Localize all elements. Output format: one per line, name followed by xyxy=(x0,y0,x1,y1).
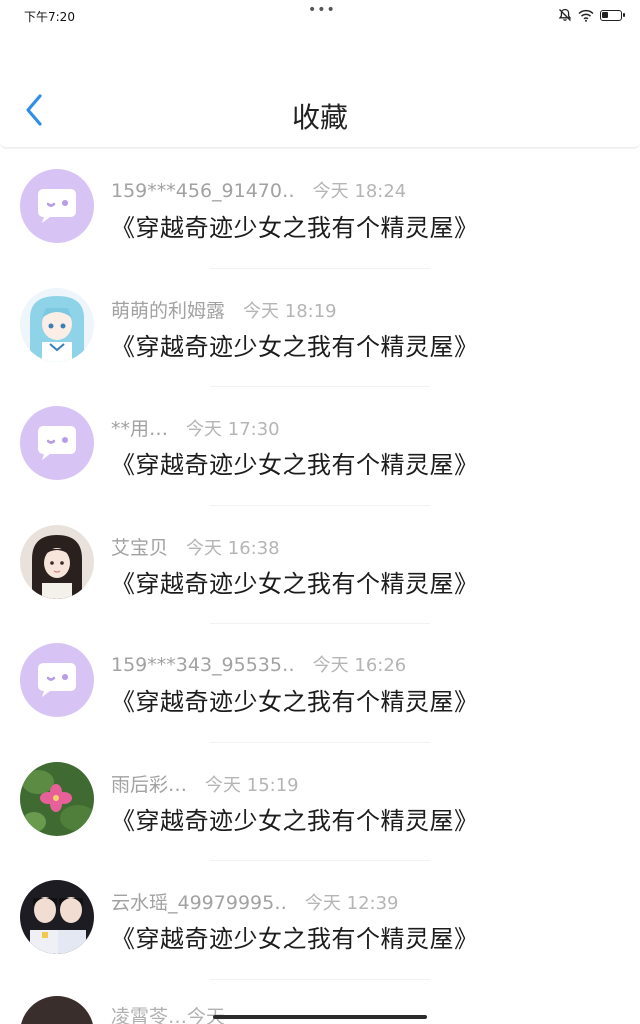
list-item[interactable]: 159***456_91470‥ 今天 18:24 《穿越奇迹少女之我有个精灵屋… xyxy=(0,150,640,269)
list-item[interactable]: 云水瑶_49979995‥ 今天 12:39 《穿越奇迹少女之我有个精灵屋》 xyxy=(0,861,640,980)
user-name[interactable]: 雨后彩… xyxy=(111,770,187,797)
book-title[interactable]: 《穿越奇迹少女之我有个精灵屋》 xyxy=(111,445,479,480)
home-indicator[interactable] xyxy=(213,1015,427,1019)
divider xyxy=(210,978,430,980)
timestamp: 今天 12:39 xyxy=(304,893,399,914)
book-title[interactable]: 《穿越奇迹少女之我有个精灵屋》 xyxy=(111,327,479,362)
book-title[interactable]: 《穿越奇迹少女之我有个精灵屋》 xyxy=(111,564,479,599)
list-item[interactable]: 159***343_95535‥ 今天 16:26 《穿越奇迹少女之我有个精灵屋… xyxy=(0,624,640,743)
user-name[interactable]: **用… xyxy=(111,414,168,441)
item-meta: 萌萌的利姆露 今天 18:19 xyxy=(111,296,337,323)
status-time: 下午7:20 xyxy=(24,10,75,24)
timestamp: 今天 18:24 xyxy=(312,181,407,202)
anime-girl-avatar[interactable] xyxy=(20,287,94,362)
default-chat-avatar[interactable] xyxy=(20,169,94,243)
default-chat-avatar[interactable] xyxy=(20,406,94,480)
user-name[interactable]: 萌萌的利姆露 xyxy=(111,296,225,323)
user-name[interactable]: 云水瑶_49979995‥ xyxy=(111,888,287,915)
partial-avatar[interactable] xyxy=(20,996,94,1024)
page-title: 收藏 xyxy=(291,101,348,134)
item-meta: 雨后彩… 今天 15:19 xyxy=(111,770,299,797)
list-item[interactable]: 雨后彩… 今天 15:19 《穿越奇迹少女之我有个精灵屋》 xyxy=(0,743,640,861)
timestamp: 今天 15:19 xyxy=(205,774,299,796)
item-meta: 159***343_95535‥ 今天 16:26 xyxy=(111,651,406,677)
item-meta: 159***456_91470‥ 今天 18:24 xyxy=(111,177,406,203)
more-dots-icon[interactable]: ••• xyxy=(308,2,336,18)
girl-photo-avatar[interactable] xyxy=(20,524,94,599)
default-chat-avatar[interactable] xyxy=(20,643,94,717)
user-name[interactable]: 159***456_91470‥ xyxy=(111,180,295,202)
status-bar: 下午7:20 ••• xyxy=(0,0,640,32)
timestamp: 今天 17:30 xyxy=(186,419,280,440)
book-title[interactable]: 《穿越奇迹少女之我有个精灵屋》 xyxy=(111,682,479,717)
flower-photo-avatar[interactable] xyxy=(20,761,94,836)
item-meta: 艾宝贝 今天 16:38 xyxy=(111,533,280,560)
user-name[interactable]: 凌霄苓…今天 xyxy=(111,1002,225,1024)
list-item[interactable]: **用… 今天 17:30 《穿越奇迹少女之我有个精灵屋》 xyxy=(0,387,640,506)
favorites-list: 159***456_91470‥ 今天 18:24 《穿越奇迹少女之我有个精灵屋… xyxy=(0,150,640,980)
battery-level xyxy=(602,11,608,18)
item-meta: **用… 今天 17:30 xyxy=(111,414,280,441)
timestamp: 今天 16:26 xyxy=(312,655,407,676)
list-item[interactable]: 艾宝贝 今天 16:38 《穿越奇迹少女之我有个精灵屋》 xyxy=(0,506,640,624)
page-header: 收藏 xyxy=(0,32,640,148)
partial-list-item[interactable]: 凌霄苓…今天 xyxy=(0,996,640,1024)
book-title[interactable]: 《穿越奇迹少女之我有个精灵屋》 xyxy=(111,208,479,243)
timestamp: 今天 16:38 xyxy=(186,537,280,559)
two-people-photo-avatar[interactable] xyxy=(20,880,94,954)
timestamp: 今天 18:19 xyxy=(243,300,337,322)
book-title[interactable]: 《穿越奇迹少女之我有个精灵屋》 xyxy=(111,801,479,836)
battery-icon xyxy=(600,9,625,21)
list-item[interactable]: 萌萌的利姆露 今天 18:19 《穿越奇迹少女之我有个精灵屋》 xyxy=(0,269,640,387)
status-icons xyxy=(558,8,625,22)
wifi-icon xyxy=(578,9,594,22)
user-name[interactable]: 艾宝贝 xyxy=(111,533,168,560)
user-name[interactable]: 159***343_95535‥ xyxy=(111,654,295,676)
mute-bell-icon xyxy=(558,8,572,21)
book-title[interactable]: 《穿越奇迹少女之我有个精灵屋》 xyxy=(111,919,479,954)
item-meta: 云水瑶_49979995‥ 今天 12:39 xyxy=(111,888,399,915)
